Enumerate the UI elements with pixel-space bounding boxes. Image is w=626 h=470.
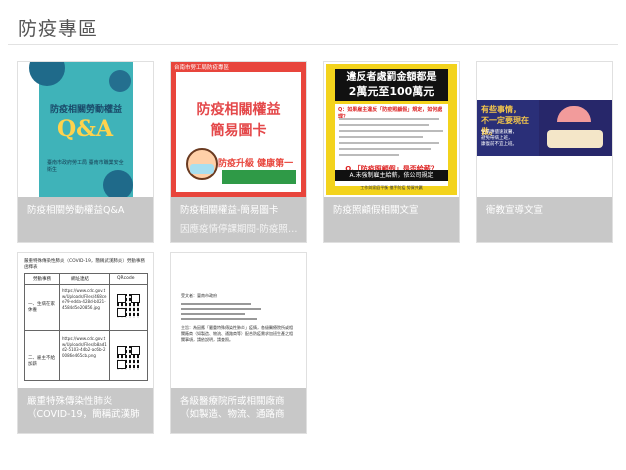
qr-code-icon <box>117 346 141 370</box>
card-thumbnail: 違反者處罰金額都是 2萬元至100萬元 Q：如果雇主違反「防疫照顧假」規定，如何… <box>324 62 459 197</box>
poster-banner: 違反者處罰金額都是 2萬元至100萬元 <box>335 69 448 101</box>
doc-title: 嚴重特殊傳染性肺炎（COVID-19，簡稱武漢肺炎）勞動事務函釋表 <box>24 259 145 270</box>
card-subtitle: 因應疫情停課期間-防疫照顧假 <box>180 224 298 235</box>
card-thumbnail: 嚴重特殊傳染性肺炎（COVID-19，簡稱武漢肺炎）勞動事務函釋表 勞動事務 網… <box>18 253 153 388</box>
card-caption: 各級醫療院所或相關廠商 （如製造、物流、通路商 <box>171 388 306 433</box>
poster-body: 生病應儘速就醫， 避免帶病上班， 康復前不宜上班。 <box>481 130 517 147</box>
card-thumbnail: 防疫相關勞動權益 Q&A 臺南市政府勞工局 臺南市職業安全衛生 <box>18 62 153 197</box>
card-caption: 嚴重特殊傳染性肺炎 （COVID-19，簡稱武漢肺 <box>18 388 153 433</box>
card-covid-labor-table[interactable]: 嚴重特殊傳染性肺炎（COVID-19，簡稱武漢肺炎）勞動事務函釋表 勞動事務 網… <box>17 252 154 434</box>
doc-table: 勞動事務 網址連結 QRcode 一、生病在家休養 https://www.cd… <box>24 273 148 381</box>
card-title[interactable]: 防疫相關權益-簡易圖卡 <box>180 204 298 217</box>
poster-image: 違反者處罰金額都是 2萬元至100萬元 Q：如果雇主違反「防疫照顧假」規定，如何… <box>326 64 457 195</box>
poster-badge: 台南市勞工局防疫專區 <box>174 65 230 71</box>
poster-heading: 防疫相關勞動權益 <box>49 105 122 115</box>
card-caption: 防疫相關權益-簡易圖卡 因應疫情停課期間-防疫照顧假 <box>171 197 306 242</box>
card-care-leave-materials[interactable]: 違反者處罰金額都是 2萬元至100萬元 Q：如果雇主違反「防疫照顧假」規定，如何… <box>323 61 460 243</box>
card-title-line2: （如製造、物流、通路商 <box>180 409 285 420</box>
card-health-education[interactable]: 有些事情， 不一定要現在做。 生病應儘速就醫， 避免帶病上班， 康復前不宜上班。… <box>476 61 613 243</box>
card-thumbnail: 有些事情， 不一定要現在做。 生病應儘速就醫， 避免帶病上班， 康復前不宜上班。 <box>477 62 612 197</box>
doc-body: 主旨：為因應「嚴重特殊傳染性肺炎」疫情，各級醫療院所或相關廠商（如製造、物流、通… <box>181 325 293 342</box>
qr-code-icon <box>117 294 141 318</box>
page-title: 防疫專區 <box>18 18 99 40</box>
bed-icon <box>547 130 603 148</box>
card-caption: 防疫照顧假相關文宣 <box>324 197 459 242</box>
poster-image: 防疫相關勞動權益 Q&A 臺南市政府勞工局 臺南市職業安全衛生 <box>29 62 133 197</box>
poster-line1: 有些事情， <box>481 105 521 114</box>
mask-icon <box>190 164 214 174</box>
card-caption: 防疫相關勞動權益Q&A <box>18 197 153 242</box>
card-title[interactable]: 各級醫療院所或相關廠商 <box>180 395 298 408</box>
poster-footer: 工作與家庭平衡 攜手防疫 勞資共贏 <box>360 185 423 190</box>
card-title[interactable]: 衛教宣導文宣 <box>486 204 604 217</box>
poster-title-line2: 簡易圖卡 <box>210 123 267 139</box>
poster-image: 台南市勞工局防疫專區 防疫相關權益 簡易圖卡 防疫升級 健康第一 <box>171 62 306 197</box>
poster-answer: A.未強制雇主給薪，依公司規定 <box>335 170 448 181</box>
card-thumbnail: 受文者：臺南市政府 主旨：為因應「嚴重特殊傳染性肺炎」疫情，各級醫療院所或相關廠… <box>171 253 306 388</box>
card-title[interactable]: 嚴重特殊傳染性肺炎 <box>27 395 145 408</box>
card-rights-simple-card[interactable]: 台南市勞工局防疫專區 防疫相關權益 簡易圖卡 防疫升級 健康第一 防疫相關權益-… <box>170 61 307 243</box>
poster-qa: Q&A <box>57 116 114 142</box>
card-medical-institutions[interactable]: 受文者：臺南市政府 主旨：為因應「嚴重特殊傳染性肺炎」疫情，各級醫療院所或相關廠… <box>170 252 307 434</box>
card-caption: 衛教宣導文宣 <box>477 197 612 242</box>
title-divider <box>8 44 618 45</box>
umbrella-icon <box>557 106 591 122</box>
card-title-line2: （COVID-19，簡稱武漢肺 <box>27 409 140 420</box>
card-labor-rights-qa[interactable]: 防疫相關勞動權益 Q&A 臺南市政府勞工局 臺南市職業安全衛生 防疫相關勞動權益… <box>17 61 154 243</box>
poster-slogan: 防疫升級 健康第一 <box>218 159 294 169</box>
card-title[interactable]: 防疫相關勞動權益Q&A <box>27 204 145 217</box>
card-title[interactable]: 防疫照顧假相關文宣 <box>333 204 451 217</box>
poster-footer: 臺南市政府勞工局 臺南市職業安全衛生 <box>47 160 124 173</box>
doc-heading: 受文者：臺南市政府 <box>181 293 217 298</box>
card-thumbnail: 台南市勞工局防疫專區 防疫相關權益 簡易圖卡 防疫升級 健康第一 <box>171 62 306 197</box>
poster-title-line1: 防疫相關權益 <box>196 102 281 118</box>
poster-image: 有些事情， 不一定要現在做。 生病應儘速就醫， 避免帶病上班， 康復前不宜上班。 <box>477 100 612 156</box>
